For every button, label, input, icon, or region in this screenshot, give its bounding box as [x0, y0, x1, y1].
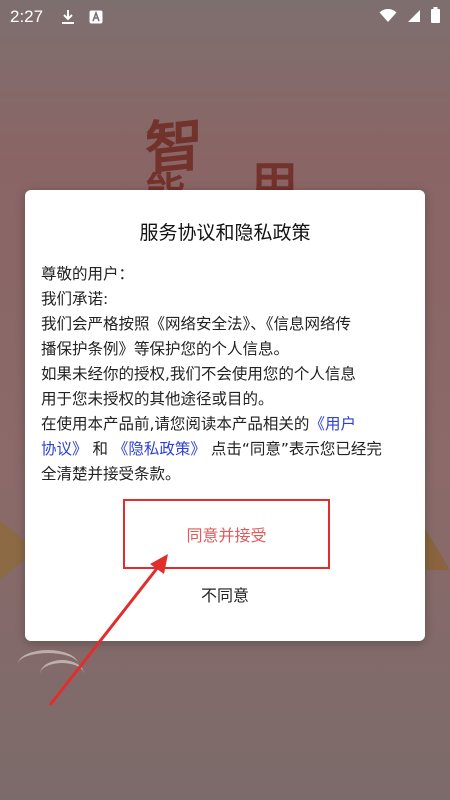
notice-text: 和	[92, 440, 108, 458]
body-line: 播保护条例》等保护您的个人信息。	[41, 340, 290, 358]
notice-line: 在使用本产品前,请您阅读本产品相关的《用户	[41, 412, 411, 437]
battery-icon	[431, 7, 440, 27]
status-right	[379, 7, 440, 27]
signal-icon	[407, 8, 421, 27]
a-icon	[89, 10, 103, 24]
wifi-icon	[379, 8, 397, 27]
body-line: 我们会严格按照《网络安全法》、《信息网络传	[41, 315, 352, 333]
user-agreement-link[interactable]: 协议》	[41, 440, 88, 458]
dialog-body: 尊敬的用户： 我们承诺: 我们会严格按照《网络安全法》、《信息网络传 播保护条例…	[41, 262, 411, 487]
privacy-policy-link[interactable]: 《隐私政策》	[113, 440, 206, 458]
body-line: 尊敬的用户：	[41, 265, 135, 283]
notice-text: 点击“同意”表示您已经完	[210, 440, 382, 458]
download-icon	[61, 9, 75, 25]
body-line: 如果未经你的授权,我们不会使用您的个人信息	[41, 365, 356, 383]
dialog-title: 服务协议和隐私政策	[139, 222, 311, 244]
status-time: 2:27	[10, 7, 44, 26]
notice-line: 协议》 和 《隐私政策》 点击“同意”表示您已经完	[41, 437, 411, 462]
notice-text: 在使用本产品前,请您阅读本产品相关的	[41, 415, 310, 433]
user-agreement-link[interactable]: 《用户	[309, 415, 356, 433]
body-line: 我们承诺:	[41, 290, 109, 308]
annotation-arrow-icon	[48, 554, 168, 706]
status-bar: 2:27	[0, 0, 450, 34]
body-line: 用于您未授权的其他途径或目的。	[41, 390, 274, 408]
notice-line: 全清楚并接受条款。	[41, 465, 181, 483]
